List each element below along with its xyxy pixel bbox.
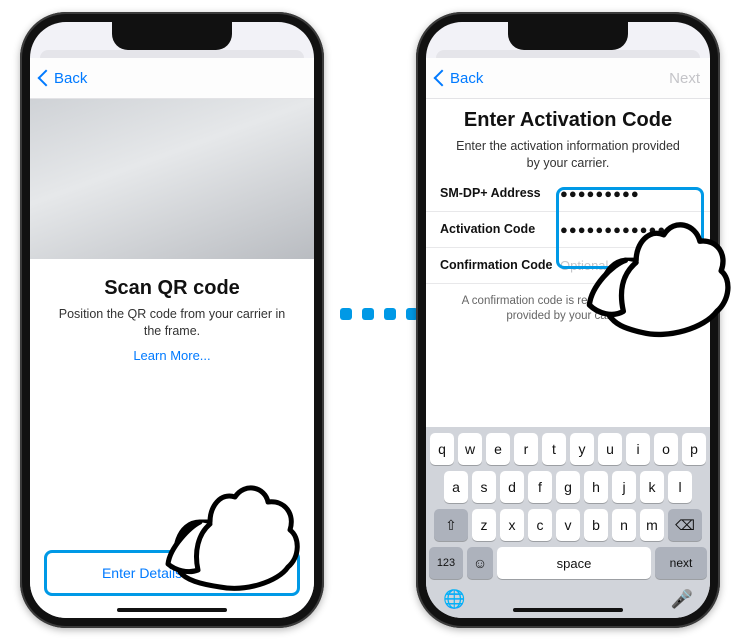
- key-e[interactable]: e: [486, 433, 510, 465]
- notch: [508, 22, 628, 50]
- enter-details-manually-button[interactable]: Enter Details Manually: [44, 550, 300, 596]
- screen-left: Back Scan QR code Position the QR code f…: [30, 22, 314, 618]
- key-p[interactable]: p: [682, 433, 706, 465]
- next-button[interactable]: Next: [669, 70, 700, 87]
- field-value: ●●●●●●●●●: [560, 186, 696, 201]
- key-f[interactable]: f: [528, 471, 552, 503]
- key-n[interactable]: n: [612, 509, 636, 541]
- key-u[interactable]: u: [598, 433, 622, 465]
- keyboard-row-3: ⇧ z x c v b n m ⌫: [429, 509, 707, 541]
- key-g[interactable]: g: [556, 471, 580, 503]
- key-x[interactable]: x: [500, 509, 524, 541]
- key-l[interactable]: l: [668, 471, 692, 503]
- phone-frame-left: Back Scan QR code Position the QR code f…: [20, 12, 324, 628]
- page-title: Enter Activation Code: [450, 109, 686, 132]
- form: SM-DP+ Address ●●●●●●●●● Activation Code…: [426, 176, 710, 284]
- notch: [112, 22, 232, 50]
- navbar: Back: [30, 58, 314, 99]
- key-r[interactable]: r: [514, 433, 538, 465]
- field-value: ●●●●●●●●●●●●●: [560, 222, 696, 237]
- page-subtitle: Enter the activation information provide…: [450, 138, 686, 172]
- sheet-body-right: Enter Activation Code Enter the activati…: [426, 99, 710, 427]
- keyboard-row-4: 123 ☺ space next: [429, 547, 707, 579]
- mic-icon[interactable]: 🎤: [671, 589, 693, 610]
- chevron-left-icon: [38, 70, 55, 87]
- back-button[interactable]: Back: [40, 70, 87, 87]
- transition-dots: [340, 308, 418, 320]
- camera-preview: [30, 99, 314, 259]
- key-b[interactable]: b: [584, 509, 608, 541]
- key-z[interactable]: z: [472, 509, 496, 541]
- back-label: Back: [450, 70, 483, 87]
- home-indicator: [513, 608, 623, 612]
- key-t[interactable]: t: [542, 433, 566, 465]
- key-q[interactable]: q: [430, 433, 454, 465]
- key-backspace[interactable]: ⌫: [668, 509, 702, 541]
- keyboard: q w e r t y u i o p a s d f g h j k l: [426, 427, 710, 618]
- keyboard-row-2: a s d f g h j k l: [429, 471, 707, 503]
- navbar: Back Next: [426, 58, 710, 99]
- key-s[interactable]: s: [472, 471, 496, 503]
- screen-right: Back Next Enter Activation Code Enter th…: [426, 22, 710, 618]
- key-k[interactable]: k: [640, 471, 664, 503]
- field-placeholder: Optional: [560, 258, 696, 273]
- sheet-body-left: Scan QR code Position the QR code from y…: [30, 99, 314, 618]
- key-space[interactable]: space: [497, 547, 651, 579]
- key-h[interactable]: h: [584, 471, 608, 503]
- home-indicator: [117, 608, 227, 612]
- key-shift[interactable]: ⇧: [434, 509, 468, 541]
- page-title: Scan QR code: [54, 277, 290, 300]
- field-label: Activation Code: [440, 222, 560, 236]
- back-label: Back: [54, 70, 87, 87]
- hint-text: A confirmation code is required if one w…: [426, 284, 710, 325]
- keyboard-bottom-row: 🌐 🎤: [429, 585, 707, 610]
- key-c[interactable]: c: [528, 509, 552, 541]
- field-activation[interactable]: Activation Code ●●●●●●●●●●●●●: [426, 212, 710, 248]
- learn-more-link[interactable]: Learn More...: [133, 348, 210, 363]
- field-confirmation[interactable]: Confirmation Code Optional: [426, 248, 710, 284]
- key-j[interactable]: j: [612, 471, 636, 503]
- manual-button-label: Enter Details Manually: [102, 565, 242, 581]
- field-label: SM-DP+ Address: [440, 186, 560, 200]
- field-smdp[interactable]: SM-DP+ Address ●●●●●●●●●: [426, 176, 710, 212]
- key-w[interactable]: w: [458, 433, 482, 465]
- page-subtitle: Position the QR code from your carrier i…: [54, 306, 290, 340]
- key-m[interactable]: m: [640, 509, 664, 541]
- field-label: Confirmation Code: [440, 258, 560, 272]
- key-y[interactable]: y: [570, 433, 594, 465]
- globe-icon[interactable]: 🌐: [443, 589, 465, 610]
- key-emoji[interactable]: ☺: [467, 547, 493, 579]
- key-d[interactable]: d: [500, 471, 524, 503]
- phone-frame-right: Back Next Enter Activation Code Enter th…: [416, 12, 720, 628]
- back-button[interactable]: Back: [436, 70, 483, 87]
- keyboard-row-1: q w e r t y u i o p: [429, 433, 707, 465]
- chevron-left-icon: [434, 70, 451, 87]
- key-i[interactable]: i: [626, 433, 650, 465]
- key-next[interactable]: next: [655, 547, 707, 579]
- key-o[interactable]: o: [654, 433, 678, 465]
- key-v[interactable]: v: [556, 509, 580, 541]
- key-123[interactable]: 123: [429, 547, 463, 579]
- key-a[interactable]: a: [444, 471, 468, 503]
